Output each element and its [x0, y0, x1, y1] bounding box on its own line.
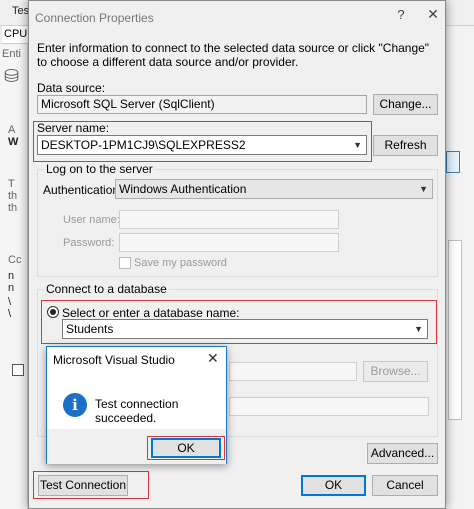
database-name-value: Students	[66, 322, 114, 336]
ok-button[interactable]: OK	[301, 475, 366, 496]
password-label: Password:	[63, 237, 115, 249]
change-button[interactable]: Change...	[373, 94, 438, 115]
background-checkbox	[12, 364, 24, 376]
server-name-label: Server name:	[37, 121, 110, 135]
browse-button: Browse...	[363, 361, 428, 382]
background-fragment: Enti	[2, 48, 21, 60]
message-box: Microsoft Visual Studio ✕ i Test connect…	[46, 346, 227, 464]
authentication-value: Windows Authentication	[119, 182, 247, 196]
logical-name-input	[229, 397, 429, 416]
dialog-title: Connection Properties	[35, 11, 154, 25]
background-right-button	[446, 151, 460, 173]
username-label: User name:	[63, 214, 120, 226]
background-fragment: Cc	[8, 254, 22, 266]
data-source-field: Microsoft SQL Server (SqlClient)	[37, 95, 367, 114]
database-group-title: Connect to a database	[44, 282, 169, 296]
dialog-instructions: Enter information to connect to the sele…	[37, 41, 430, 69]
background-fragment: th	[8, 202, 18, 214]
close-icon[interactable]: ✕	[425, 6, 441, 23]
cancel-button[interactable]: Cancel	[372, 475, 438, 496]
message-text: Test connection succeeded.	[95, 397, 179, 425]
background-fragment: \	[8, 296, 12, 308]
help-icon[interactable]: ?	[393, 7, 409, 22]
test-connection-button[interactable]: Test Connection	[38, 475, 128, 496]
data-source-label: Data source:	[37, 81, 106, 95]
background-fragment: n	[8, 270, 15, 282]
close-icon[interactable]: ✕	[207, 350, 219, 367]
save-password-label: Save my password	[134, 257, 227, 269]
chevron-down-icon[interactable]: ▼	[419, 180, 428, 198]
background-window-title: Tes	[12, 5, 30, 17]
database-file-input	[229, 362, 357, 381]
chevron-down-icon[interactable]: ▼	[353, 136, 362, 154]
database-icon: ⛁	[4, 66, 20, 86]
database-name-combo[interactable]: Students ▼	[62, 319, 428, 339]
username-input	[119, 210, 339, 229]
select-database-label: Select or enter a database name:	[62, 306, 240, 320]
server-name-value: DESKTOP-1PM1CJ9\SQLEXPRESS2	[41, 138, 246, 152]
advanced-button[interactable]: Advanced...	[367, 443, 438, 464]
authentication-label: Authentication:	[43, 183, 123, 197]
background-fragment: th	[8, 190, 18, 202]
background-fragment: W	[8, 136, 19, 148]
logon-group-title: Log on to the server	[44, 162, 155, 176]
message-box-title: Microsoft Visual Studio	[53, 353, 175, 367]
save-password-checkbox	[119, 257, 131, 269]
authentication-combo[interactable]: Windows Authentication ▼	[115, 179, 433, 199]
background-fragment: A	[8, 124, 16, 136]
chevron-down-icon[interactable]: ▼	[414, 320, 423, 338]
message-ok-button[interactable]: OK	[151, 438, 221, 458]
message-box-footer: OK	[47, 429, 226, 464]
refresh-button[interactable]: Refresh	[373, 135, 438, 156]
password-input	[119, 233, 339, 252]
select-database-radio[interactable]	[47, 306, 59, 318]
server-name-combo[interactable]: DESKTOP-1PM1CJ9\SQLEXPRESS2 ▼	[37, 135, 367, 155]
background-fragment: n	[8, 282, 15, 294]
info-icon: i	[63, 393, 87, 417]
background-fragment: T	[8, 178, 15, 190]
background-fragment: \	[8, 308, 12, 320]
background-left-panel: Enti ⛁ A W T th th Cc n n \ \	[0, 44, 28, 509]
background-right-list	[448, 240, 462, 420]
